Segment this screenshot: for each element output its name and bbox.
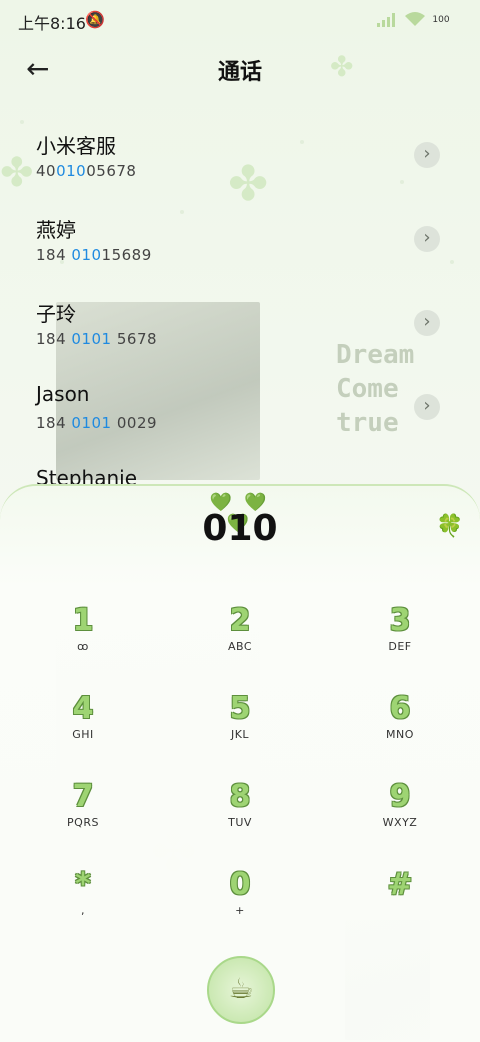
contact-name: Jason xyxy=(36,382,90,406)
voicemail-icon: ꝏ xyxy=(77,640,89,653)
chevron-right-icon[interactable]: › xyxy=(414,226,440,252)
page-title: 通话 xyxy=(217,60,262,85)
wifi-icon xyxy=(405,12,425,26)
call-button[interactable]: ☕ xyxy=(207,956,275,1024)
dialpad-panel: 💚💚💚 010 🍀 1ꝏ 2 ABC 3 DEF 4 GHI 5 JKL 6 MNO 7P… xyxy=(0,484,480,1042)
battery-icon: 100 xyxy=(430,11,452,29)
contact-number: 184 0101 5678 xyxy=(36,330,158,348)
contact-name: Stephanie xyxy=(36,466,138,484)
contact-name: 小米客服 xyxy=(36,134,116,158)
search-results-list: 小米客服 4001005678 › 燕婷 184 01015689 › 子玲 1… xyxy=(0,112,480,484)
contact-number: 184 0101 0029 xyxy=(36,414,158,432)
contact-number: 184 01015689 xyxy=(36,246,152,264)
battery-level: 100 xyxy=(432,15,450,25)
contact-name: 燕婷 xyxy=(36,218,76,242)
bell-off-icon: 🔕 xyxy=(85,10,105,29)
list-item[interactable]: 子玲 184 0101 5678 › xyxy=(0,280,480,364)
key-4[interactable]: 4 GHI xyxy=(43,684,123,764)
list-item[interactable]: 燕婷 184 01015689 › xyxy=(0,196,480,280)
key-9[interactable]: 9 WXYZ xyxy=(360,772,440,852)
chevron-right-icon[interactable]: › xyxy=(414,310,440,336)
key-hash[interactable]: # xyxy=(360,860,440,940)
cellular-signal-icon xyxy=(377,13,395,27)
key-0[interactable]: 0 + xyxy=(200,860,280,940)
chevron-right-icon[interactable]: › xyxy=(414,142,440,168)
key-3[interactable]: 3 DEF xyxy=(360,596,440,676)
key-7[interactable]: 7 PQRS xyxy=(43,772,123,852)
contact-name: 子玲 xyxy=(36,302,76,326)
key-8[interactable]: 8 TUV xyxy=(200,772,280,852)
status-bar: 上午8:16 🔕 100 xyxy=(0,0,480,40)
key-star[interactable]: *, xyxy=(43,860,123,940)
dialed-number-display[interactable]: 010 xyxy=(0,508,480,549)
key-2[interactable]: 2 ABC xyxy=(200,596,280,676)
contact-number: 4001005678 xyxy=(36,162,137,180)
key-5[interactable]: 5 JKL xyxy=(200,684,280,764)
key-1[interactable]: 1ꝏ xyxy=(43,596,123,676)
status-time: 上午8:16 xyxy=(18,14,86,33)
list-item[interactable]: 小米客服 4001005678 › xyxy=(0,112,480,196)
clover-icon[interactable]: 🍀 xyxy=(436,514,463,540)
key-6[interactable]: 6 MNO xyxy=(360,684,440,764)
coffee-cup-icon: ☕ xyxy=(228,972,254,1005)
list-item[interactable]: Stephanie xyxy=(0,448,480,484)
chevron-right-icon[interactable]: › xyxy=(414,394,440,420)
list-item[interactable]: Jason 184 0101 0029 › xyxy=(0,364,480,448)
